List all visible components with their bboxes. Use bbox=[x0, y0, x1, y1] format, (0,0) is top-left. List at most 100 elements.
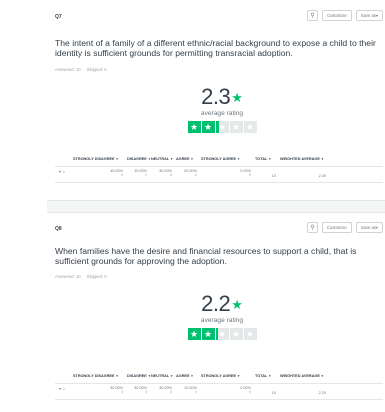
lightbulb-icon[interactable]: ⚲ bbox=[306, 10, 318, 21]
rating-label: average rating bbox=[200, 110, 244, 117]
column-header-label: NEUTRAL bbox=[151, 157, 170, 161]
column-header-label: STRONGLY DISAGREE bbox=[73, 374, 115, 378]
question-number: Q8 bbox=[55, 226, 62, 232]
star-box: ★ bbox=[243, 121, 257, 133]
star-icon: ★ bbox=[231, 90, 243, 105]
column-header[interactable]: WEIGHTED AVERAGE▼ bbox=[280, 372, 330, 378]
star-rating-bar: ★ ★ ★ ★ ★ bbox=[167, 121, 277, 133]
column-header-label: STRONGLY AGREE bbox=[201, 157, 237, 161]
section-divider bbox=[47, 201, 385, 212]
weighted-average-cell: 2.20 bbox=[318, 391, 326, 395]
answered-count: Answered: 10 bbox=[55, 274, 81, 279]
column-header-label: AGREE bbox=[176, 157, 190, 161]
star-box: ★ bbox=[229, 328, 243, 340]
table-cell: 40.00% 4 bbox=[73, 167, 127, 182]
response-stats: Answered: 10 Skipped: 0 bbox=[55, 274, 112, 279]
column-header[interactable]: NEUTRAL▼ bbox=[151, 155, 176, 161]
table-cell: 20.00% 2 bbox=[176, 167, 201, 182]
table-cell: 10.00% 1 bbox=[176, 384, 201, 399]
star-box: ★ bbox=[215, 328, 229, 340]
answered-count: Answered: 10 bbox=[55, 67, 81, 72]
star-box: ★ bbox=[201, 328, 215, 340]
row-label[interactable]: ▾ ☆ bbox=[55, 384, 73, 399]
star-box: ★ bbox=[187, 121, 201, 133]
cell-count: 3 bbox=[144, 390, 147, 394]
table-cell: 30.00% 3 bbox=[73, 384, 127, 399]
column-header bbox=[55, 372, 73, 374]
star-box: ★ bbox=[187, 328, 201, 340]
rating-label: average rating bbox=[200, 317, 244, 324]
column-header-label: TOTAL bbox=[255, 374, 268, 378]
skipped-count: Skipped: 0 bbox=[86, 274, 107, 279]
column-header[interactable]: TOTAL▼ bbox=[255, 372, 280, 378]
save-as-button[interactable]: Save as▾ bbox=[355, 10, 383, 21]
sort-caret-icon: ▼ bbox=[190, 374, 194, 378]
table-cell: 30.00% 3 bbox=[127, 384, 151, 399]
customize-button[interactable]: Customize bbox=[321, 222, 352, 233]
response-stats: Answered: 10 Skipped: 0 bbox=[55, 67, 112, 72]
table-cell: 10.00% 1 bbox=[127, 167, 151, 182]
table-cell: 0.00% 0 bbox=[201, 384, 255, 399]
results-table: STRONGLY DISAGREE▼ DISAGREE▼ NEUTRAL▼ AGREE… bbox=[55, 155, 383, 183]
column-header[interactable]: STRONGLY AGREE▼ bbox=[201, 372, 255, 378]
sort-caret-icon: ▼ bbox=[320, 374, 324, 378]
star-icon: ★ bbox=[231, 297, 243, 312]
sort-caret-icon: ▼ bbox=[237, 157, 241, 161]
rating-value: 2.2 bbox=[201, 291, 231, 316]
column-header-label: STRONGLY DISAGREE bbox=[73, 157, 115, 161]
star-box: ★ bbox=[215, 121, 229, 133]
sort-caret-icon: ▼ bbox=[190, 157, 194, 161]
customize-button[interactable]: Customize bbox=[321, 10, 352, 21]
cell-count: 3 bbox=[169, 390, 172, 394]
table-row: ▾ ☆ 30.00% 3 30.00% 3 30.00% 3 10.00% 1 0.00% 0 10 2… bbox=[55, 384, 383, 400]
column-header-label: DISAGREE bbox=[127, 157, 147, 161]
cell-count: 4 bbox=[120, 173, 123, 177]
column-header[interactable]: DISAGREE▼ bbox=[127, 372, 151, 378]
cell-count: 1 bbox=[144, 173, 147, 177]
star-box: ★ bbox=[229, 121, 243, 133]
table-row: ▾ ☆ 40.00% 4 10.00% 1 30.00% 3 20.00% 2 0.00% 0 10 2… bbox=[55, 167, 383, 183]
average-rating: 2.3★ average rating ★ ★ ★ ★ ★ bbox=[167, 86, 277, 133]
table-header: STRONGLY DISAGREE▼ DISAGREE▼ NEUTRAL▼ AGREE… bbox=[55, 372, 383, 384]
question-actions: ⚲ Customize Save as▾ bbox=[306, 222, 383, 233]
row-label[interactable]: ▾ ☆ bbox=[55, 167, 73, 182]
column-header[interactable]: DISAGREE▼ bbox=[127, 155, 151, 161]
sort-caret-icon: ▼ bbox=[268, 157, 272, 161]
column-header-label: TOTAL bbox=[255, 157, 268, 161]
table-cell: 30.00% 3 bbox=[151, 384, 176, 399]
rating-value: 2.3 bbox=[201, 84, 231, 109]
cell-count: 3 bbox=[120, 390, 123, 394]
row-star-label: ☆ bbox=[61, 170, 66, 174]
question-card-q8: Q8 ⚲ Customize Save as▾ When families ha… bbox=[47, 212, 385, 412]
weighted-average-cell: 2.30 bbox=[318, 174, 326, 178]
table-cell: 0.00% 0 bbox=[201, 167, 255, 182]
column-header[interactable]: WEIGHTED AVERAGE▼ bbox=[280, 155, 330, 161]
column-header-label: NEUTRAL bbox=[151, 374, 170, 378]
cell-count: 0 bbox=[248, 390, 251, 394]
sort-caret-icon: ▼ bbox=[115, 374, 119, 378]
column-header[interactable]: STRONGLY AGREE▼ bbox=[201, 155, 255, 161]
column-header[interactable]: AGREE▼ bbox=[176, 372, 201, 378]
column-header[interactable]: AGREE▼ bbox=[176, 155, 201, 161]
column-header[interactable]: TOTAL▼ bbox=[255, 155, 280, 161]
cell-count: 0 bbox=[248, 173, 251, 177]
sort-caret-icon: ▼ bbox=[115, 157, 119, 161]
question-number: Q7 bbox=[55, 14, 62, 20]
column-header[interactable]: STRONGLY DISAGREE▼ bbox=[73, 372, 127, 378]
star-box: ★ bbox=[201, 121, 215, 133]
results-table: STRONGLY DISAGREE▼ DISAGREE▼ NEUTRAL▼ AGREE… bbox=[55, 372, 383, 400]
cell-count: 1 bbox=[194, 390, 197, 394]
star-box: ★ bbox=[243, 328, 257, 340]
lightbulb-icon[interactable]: ⚲ bbox=[306, 222, 318, 233]
column-header bbox=[55, 155, 73, 157]
table-header: STRONGLY DISAGREE▼ DISAGREE▼ NEUTRAL▼ AGREE… bbox=[55, 155, 383, 167]
total-cell: 10 bbox=[271, 174, 276, 178]
save-as-button[interactable]: Save as▾ bbox=[355, 222, 383, 233]
column-header-label: STRONGLY AGREE bbox=[201, 374, 237, 378]
average-rating: 2.2★ average rating ★ ★ ★ ★ ★ bbox=[167, 293, 277, 340]
cell-count: 2 bbox=[194, 173, 197, 177]
column-header[interactable]: STRONGLY DISAGREE▼ bbox=[73, 155, 127, 161]
column-header[interactable]: NEUTRAL▼ bbox=[151, 372, 176, 378]
row-star-label: ☆ bbox=[61, 387, 66, 391]
column-header-label: AGREE bbox=[176, 374, 190, 378]
